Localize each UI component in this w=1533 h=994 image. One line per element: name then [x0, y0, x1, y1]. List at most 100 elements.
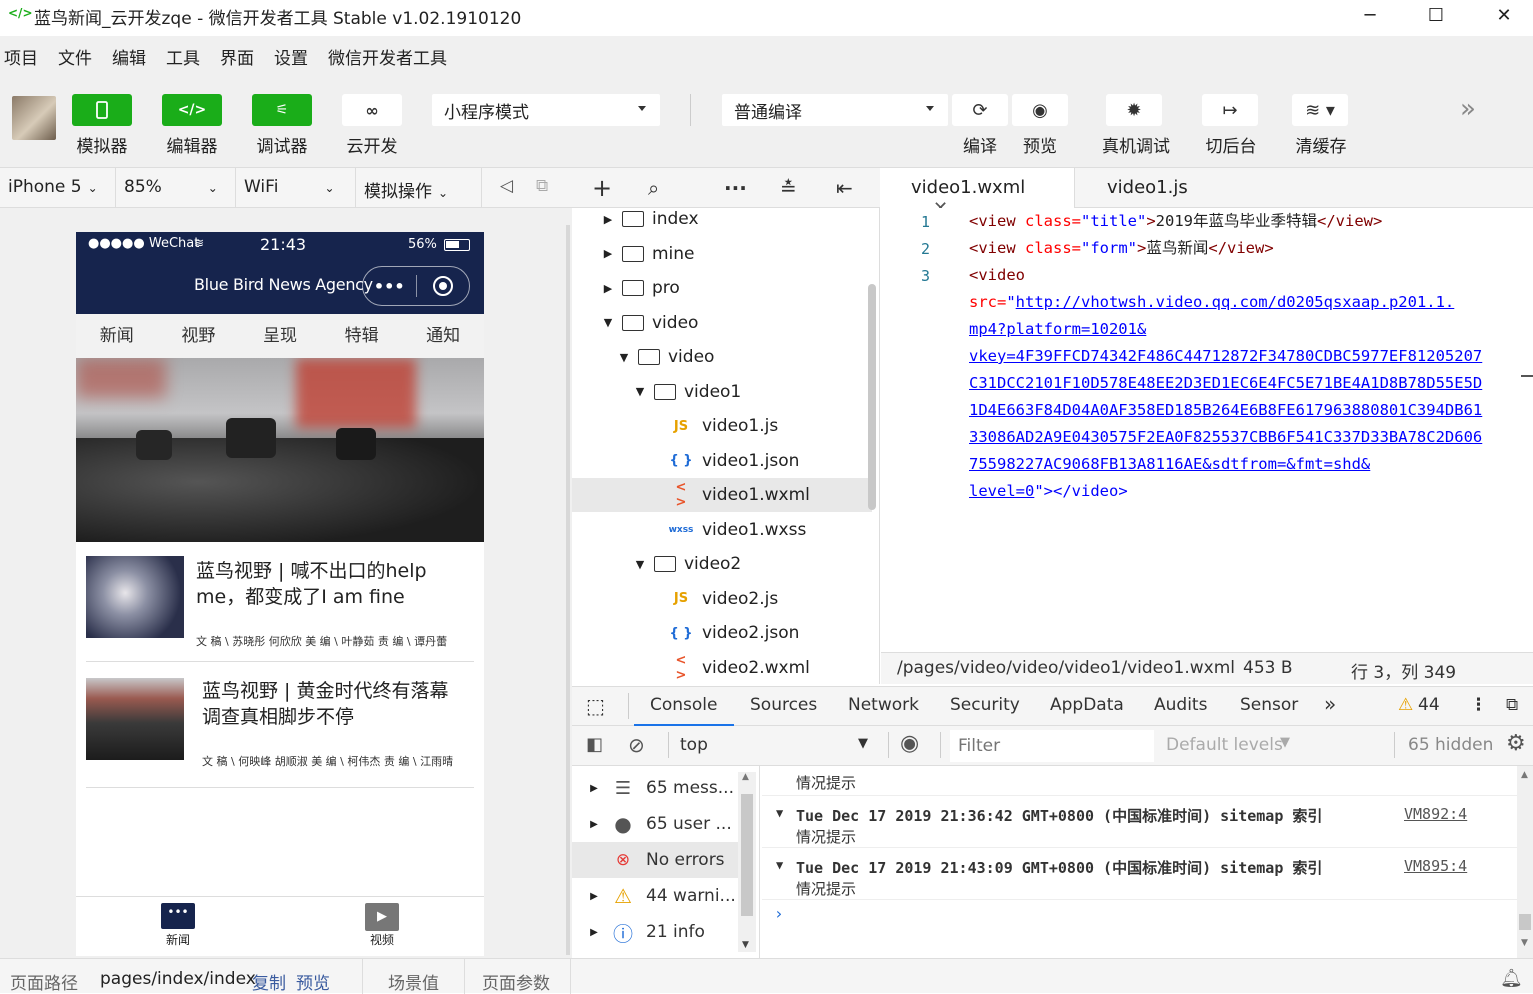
notification-bell-icon[interactable]: 🔔︎ [1500, 968, 1523, 989]
hide-tree-icon[interactable]: ⇤ [836, 176, 853, 200]
tab-news[interactable]: 新闻 [76, 314, 158, 358]
inspect-element-icon[interactable]: ⬚ [586, 694, 605, 718]
tab-appdata[interactable]: AppData [1050, 695, 1124, 715]
menu-edit[interactable]: 编辑 [112, 44, 146, 69]
menu-file[interactable]: 文件 [58, 44, 92, 69]
menu-project[interactable]: 项目 [4, 44, 38, 69]
tree-file[interactable]: { } video2.json [572, 616, 872, 650]
menu-interface[interactable]: 界面 [220, 44, 254, 69]
page-params-button[interactable]: 页面参数 [482, 969, 550, 994]
clear-console-icon[interactable]: ⊘ [628, 733, 645, 757]
tab-present[interactable]: 呈现 [239, 314, 321, 358]
tab-vision[interactable]: 视野 [158, 314, 240, 358]
kebab-menu-icon[interactable]: ⋮ [1470, 695, 1487, 715]
news-item[interactable]: 蓝鸟视野 | 喊不出口的help me，都变成了I am fine 文 稿 \ … [86, 542, 474, 662]
mode-select[interactable]: 小程序模式 [432, 94, 660, 126]
log-levels-select[interactable]: Default levels [1166, 735, 1283, 755]
source-link[interactable]: VM892:4 [1404, 805, 1467, 823]
console-filter-input[interactable] [950, 730, 1154, 762]
sidebar-item-info[interactable]: ▶ ⓘ 21 info [572, 914, 742, 950]
preview-button[interactable]: ◉ [1012, 94, 1068, 126]
add-file-icon[interactable]: + [592, 174, 612, 202]
sidebar-scrollbar[interactable]: ▲ ▼ [738, 772, 756, 952]
banner-image[interactable] [76, 358, 484, 542]
news-item[interactable]: 蓝鸟视野 | 黄金时代终有落幕 调查真相脚步不停 文 稿 \ 何映峰 胡顺淑 美… [86, 662, 474, 788]
tree-file[interactable]: < > video2.wxml [572, 651, 872, 685]
chevron-down-icon[interactable]: ▼ [616, 351, 632, 364]
context-select[interactable]: top ▼ [672, 730, 878, 762]
tab-notice[interactable]: 通知 [402, 314, 484, 358]
chevron-right-icon[interactable]: ▶ [600, 282, 616, 295]
user-avatar[interactable] [12, 96, 56, 140]
scene-value-button[interactable]: 场景值 [388, 969, 439, 994]
preview-path-link[interactable]: 预览 [296, 969, 330, 994]
remote-debug-button[interactable]: ✹ [1106, 94, 1162, 126]
tree-folder[interactable]: ▶ pro [572, 271, 872, 305]
gear-icon[interactable]: ⚙ [1506, 731, 1526, 756]
tab-special[interactable]: 特辑 [321, 314, 403, 358]
more-tabs-icon[interactable]: » [1324, 692, 1336, 716]
copy-path-link[interactable]: 复制 [252, 969, 286, 994]
tree-file[interactable]: JS video2.js [572, 582, 872, 616]
log-entry[interactable]: ▼ Tue Dec 17 2019 21:43:09 GMT+0800 (中国标… [762, 850, 1517, 900]
source-link[interactable]: VM895:4 [1404, 857, 1467, 875]
tab-audits[interactable]: Audits [1154, 695, 1207, 715]
compile-button[interactable]: ⟳ [952, 94, 1008, 126]
sidebar-item-errors[interactable]: ⊗ No errors [572, 842, 742, 878]
zoom-select[interactable]: 85% ⌄ [116, 168, 236, 208]
tab-security[interactable]: Security [950, 695, 1020, 715]
minimize-button[interactable]: ─ [1340, 0, 1400, 30]
clear-cache-button[interactable]: ≋ ▾ [1292, 94, 1348, 126]
sidebar-item-user-messages[interactable]: ▶ ● 65 user ... [572, 806, 742, 842]
tree-folder[interactable]: ▼ video2 [572, 547, 872, 581]
file-tree-scrollbar[interactable] [868, 284, 876, 510]
window-icon[interactable]: ⧉ [536, 176, 548, 196]
tree-file[interactable]: < > video1.wxml [572, 478, 872, 512]
close-button[interactable]: ✕ [1474, 0, 1533, 30]
simulator-toggle-button[interactable] [72, 94, 132, 126]
code-editor[interactable]: 1 2 3 <view class="title">2019年蓝鸟毕业季特辑</… [881, 208, 1533, 652]
speaker-icon[interactable]: ◁ [500, 176, 513, 196]
editor-tab-video1-js[interactable]: video1.js [1077, 168, 1218, 208]
simulate-ops-select[interactable]: 模拟操作 ⌄ [356, 168, 482, 208]
more-options-icon[interactable]: ··· [724, 176, 747, 200]
tree-folder[interactable]: ▼ video [572, 306, 872, 340]
tabbar-video[interactable]: ▶ 视频 [362, 903, 402, 948]
chevron-right-icon[interactable]: ▶ [600, 247, 616, 260]
dock-icon[interactable]: ⧉ [1506, 695, 1518, 715]
more-tools-button[interactable]: » [1460, 94, 1476, 124]
tree-file[interactable]: JS video1.js [572, 409, 872, 443]
expand-triangle-icon[interactable]: ▼ [776, 806, 783, 820]
device-select[interactable]: iPhone 5 ⌄ [0, 168, 116, 208]
close-mini-program-icon[interactable] [416, 276, 469, 296]
simulator-scrollbar[interactable] [566, 225, 570, 955]
chevron-down-icon[interactable]: ▼ [600, 316, 616, 329]
tab-network[interactable]: Network [848, 695, 919, 715]
tree-folder[interactable]: ▶ index [572, 208, 872, 236]
tree-folder[interactable]: ▼ video1 [572, 375, 872, 409]
chevron-down-icon[interactable]: ▼ [632, 385, 648, 398]
background-button[interactable]: ↦ [1202, 94, 1258, 126]
search-icon[interactable]: ⌕ [648, 176, 659, 200]
menu-tools[interactable]: 工具 [166, 44, 200, 69]
more-dots-icon[interactable]: ••• [363, 277, 416, 296]
menu-settings[interactable]: 设置 [274, 44, 308, 69]
console-scrollbar[interactable]: ▲ ▼ [1517, 766, 1533, 958]
tab-sensor[interactable]: Sensor [1240, 695, 1298, 715]
editor-toggle-button[interactable]: </> [162, 94, 222, 126]
sidebar-item-warnings[interactable]: ▶ ⚠ 44 warni... [572, 878, 742, 914]
tree-file[interactable]: { } video1.json [572, 444, 872, 478]
sidebar-toggle-icon[interactable]: ◧ [586, 734, 603, 755]
log-entry[interactable]: ▼ Tue Dec 17 2019 21:36:42 GMT+0800 (中国标… [762, 798, 1517, 848]
debugger-toggle-button[interactable]: ⚟ [252, 94, 312, 126]
console-prompt-icon[interactable]: › [774, 904, 784, 923]
editor-tab-video1-wxml[interactable]: video1.wxml ✕ [881, 168, 1075, 219]
expand-triangle-icon[interactable]: ▼ [776, 858, 783, 872]
network-select[interactable]: WiFi ⌄ [236, 168, 356, 208]
maximize-button[interactable]: ☐ [1406, 0, 1466, 30]
chevron-down-icon[interactable]: ▼ [632, 558, 648, 571]
tab-sources[interactable]: Sources [750, 695, 817, 715]
chevron-right-icon[interactable]: ▶ [600, 213, 616, 226]
tabbar-news[interactable]: ••• 新闻 [158, 903, 198, 948]
sidebar-item-messages[interactable]: ▶ ☰ 65 mess... [572, 770, 742, 806]
